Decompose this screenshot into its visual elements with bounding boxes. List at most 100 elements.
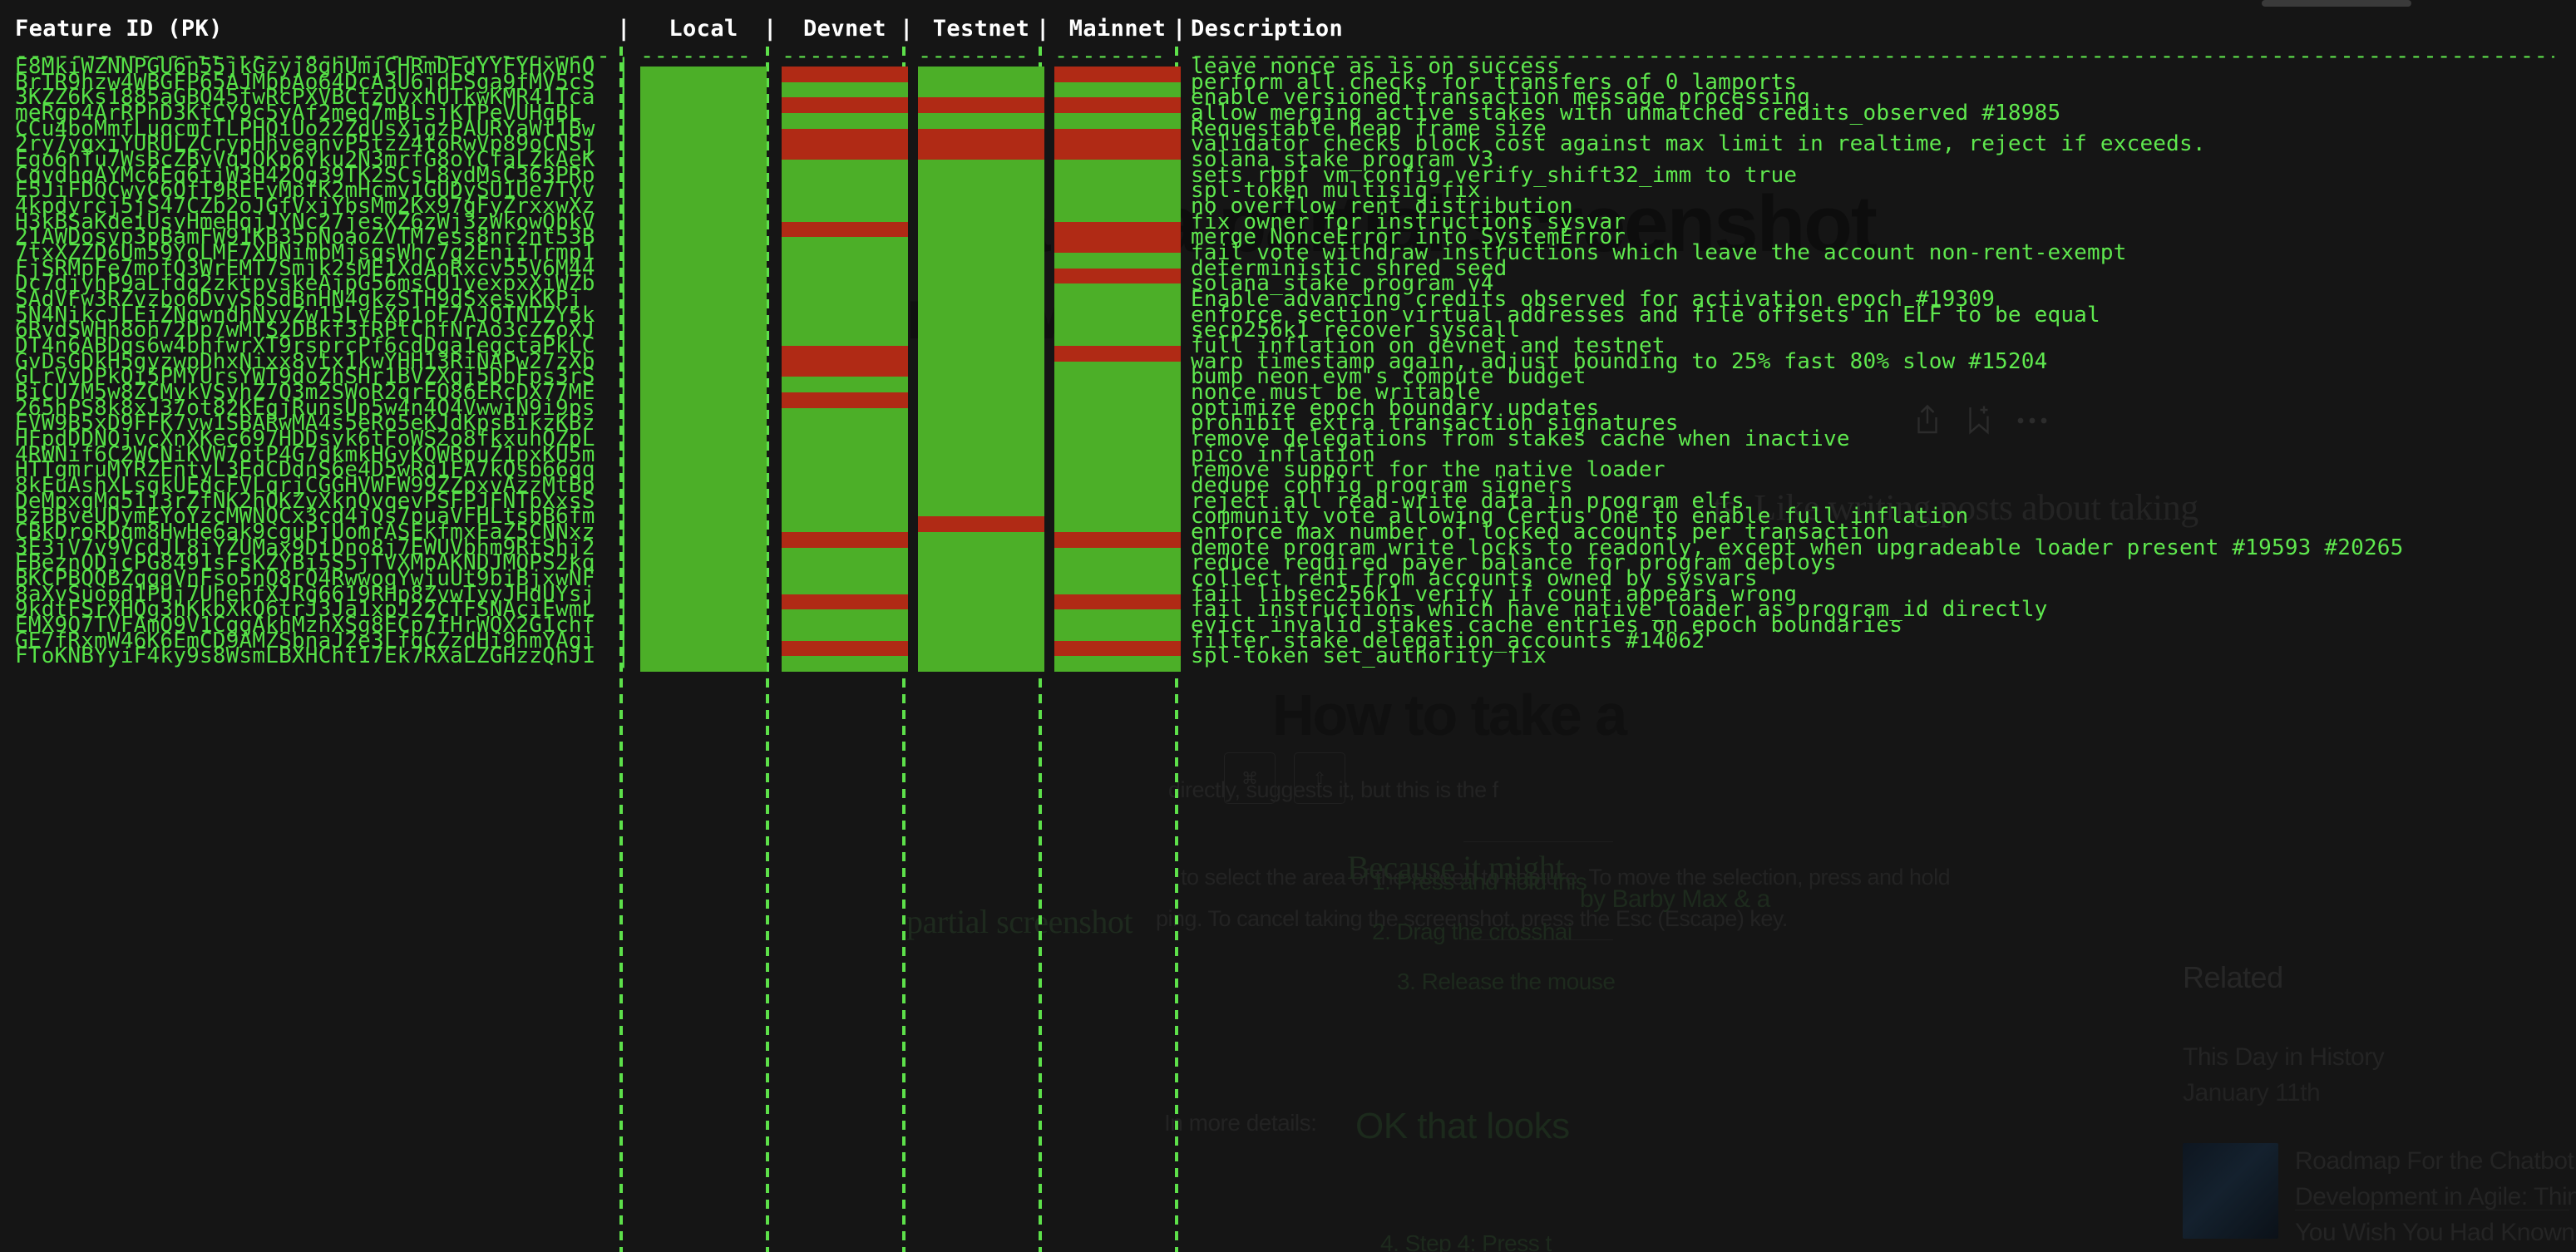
status-cell-local xyxy=(640,640,767,657)
status-cell-devnet xyxy=(782,516,908,533)
status-cell-devnet xyxy=(782,330,908,347)
status-cell-mainnet xyxy=(1054,407,1181,424)
column-header-description: Description xyxy=(1191,16,1344,42)
separator-devnet: -------- xyxy=(782,47,893,67)
status-cell-local xyxy=(640,579,767,594)
status-cell-devnet xyxy=(782,81,908,98)
status-cell-mainnet xyxy=(1054,500,1181,517)
status-cell-testnet xyxy=(918,656,1044,673)
status-cell-testnet xyxy=(918,128,1044,145)
status-cell-testnet xyxy=(918,470,1044,486)
status-cell-testnet xyxy=(918,454,1044,471)
header-divider-3: | xyxy=(900,16,914,42)
status-cell-local xyxy=(640,500,767,517)
status-cell-testnet xyxy=(918,81,1044,98)
status-cell-local xyxy=(640,563,767,579)
status-cell-mainnet xyxy=(1054,283,1181,300)
status-cell-devnet xyxy=(782,407,908,424)
status-cell-local xyxy=(640,97,767,113)
status-cell-devnet xyxy=(782,547,908,564)
status-cell-devnet xyxy=(782,377,908,393)
status-cell-devnet xyxy=(782,160,908,175)
status-cell-local xyxy=(640,330,767,347)
status-cell-local xyxy=(640,237,767,254)
status-cell-devnet xyxy=(782,314,908,331)
status-cell-testnet xyxy=(918,594,1044,610)
status-cell-mainnet xyxy=(1054,81,1181,98)
status-cell-testnet xyxy=(918,144,1044,160)
column-header-feature-id: Feature ID (PK) xyxy=(15,16,223,42)
header-divider-4: | xyxy=(1036,16,1050,42)
status-cell-devnet xyxy=(782,67,908,82)
status-cell-testnet xyxy=(918,113,1044,129)
status-cell-mainnet xyxy=(1054,439,1181,455)
status-cell-testnet xyxy=(918,160,1044,175)
status-cell-devnet xyxy=(782,237,908,254)
status-cell-mainnet xyxy=(1054,640,1181,657)
status-cell-local xyxy=(640,392,767,408)
status-cell-devnet xyxy=(782,221,908,238)
status-cell-devnet xyxy=(782,594,908,610)
status-cell-testnet xyxy=(918,206,1044,222)
status-cell-testnet xyxy=(918,609,1044,626)
status-cell-local xyxy=(640,268,767,284)
scrollbar-thumb[interactable] xyxy=(2262,0,2411,7)
status-cell-testnet xyxy=(918,253,1044,269)
status-cell-mainnet xyxy=(1054,299,1181,315)
status-cell-local xyxy=(640,160,767,175)
description-cell: spl-token set_authority fix xyxy=(1191,643,1547,669)
status-cell-mainnet xyxy=(1054,423,1181,440)
status-cell-testnet xyxy=(918,314,1044,331)
status-cell-testnet xyxy=(918,299,1044,315)
status-cell-local xyxy=(640,486,767,501)
status-cell-devnet xyxy=(782,423,908,440)
status-cell-local xyxy=(640,253,767,269)
status-cell-mainnet xyxy=(1054,253,1181,269)
status-cell-testnet xyxy=(918,221,1044,238)
status-cell-devnet xyxy=(782,144,908,160)
separator-mainnet: -------- xyxy=(1054,47,1166,67)
status-cell-testnet xyxy=(918,640,1044,657)
status-cell-testnet xyxy=(918,237,1044,254)
status-cell-local xyxy=(640,67,767,82)
status-cell-local xyxy=(640,423,767,440)
status-cell-mainnet xyxy=(1054,128,1181,145)
status-cell-devnet xyxy=(782,454,908,471)
feature-id-cell: FToKNBYyiF4ky9s8WsmLBXHCht17Ek7RXaLZGHzz… xyxy=(15,643,595,669)
status-cell-devnet xyxy=(782,640,908,657)
status-cell-mainnet xyxy=(1054,67,1181,82)
status-cell-mainnet xyxy=(1054,516,1181,533)
status-cell-testnet xyxy=(918,175,1044,191)
status-cell-devnet xyxy=(782,500,908,517)
header-divider-5: | xyxy=(1172,16,1187,42)
status-cell-mainnet xyxy=(1054,392,1181,408)
status-cell-local xyxy=(640,656,767,673)
status-cell-mainnet xyxy=(1054,470,1181,486)
status-cell-mainnet xyxy=(1054,237,1181,254)
status-cell-mainnet xyxy=(1054,268,1181,284)
status-cell-local xyxy=(640,128,767,145)
status-cell-local xyxy=(640,144,767,160)
row-divider-bar: | xyxy=(617,643,630,669)
status-cell-devnet xyxy=(782,361,908,377)
status-cell-testnet xyxy=(918,407,1044,424)
status-cell-testnet xyxy=(918,423,1044,440)
status-cell-devnet xyxy=(782,299,908,315)
terminal-window[interactable]: Feature ID (PK) Local Devnet Testnet Mai… xyxy=(0,0,2576,1252)
status-cell-testnet xyxy=(918,346,1044,362)
status-cell-testnet xyxy=(918,67,1044,82)
column-header-testnet: Testnet xyxy=(932,16,1030,42)
status-cell-testnet xyxy=(918,439,1044,455)
status-cell-local xyxy=(640,407,767,424)
status-cell-local xyxy=(640,547,767,564)
status-cell-devnet xyxy=(782,253,908,269)
status-cell-local xyxy=(640,377,767,393)
status-cell-local xyxy=(640,439,767,455)
status-cell-mainnet xyxy=(1054,175,1181,191)
header-divider-1: | xyxy=(617,16,631,42)
status-cell-testnet xyxy=(918,579,1044,594)
status-cell-local xyxy=(640,594,767,610)
status-cell-mainnet xyxy=(1054,656,1181,673)
status-cell-devnet xyxy=(782,656,908,673)
status-cell-mainnet xyxy=(1054,361,1181,377)
